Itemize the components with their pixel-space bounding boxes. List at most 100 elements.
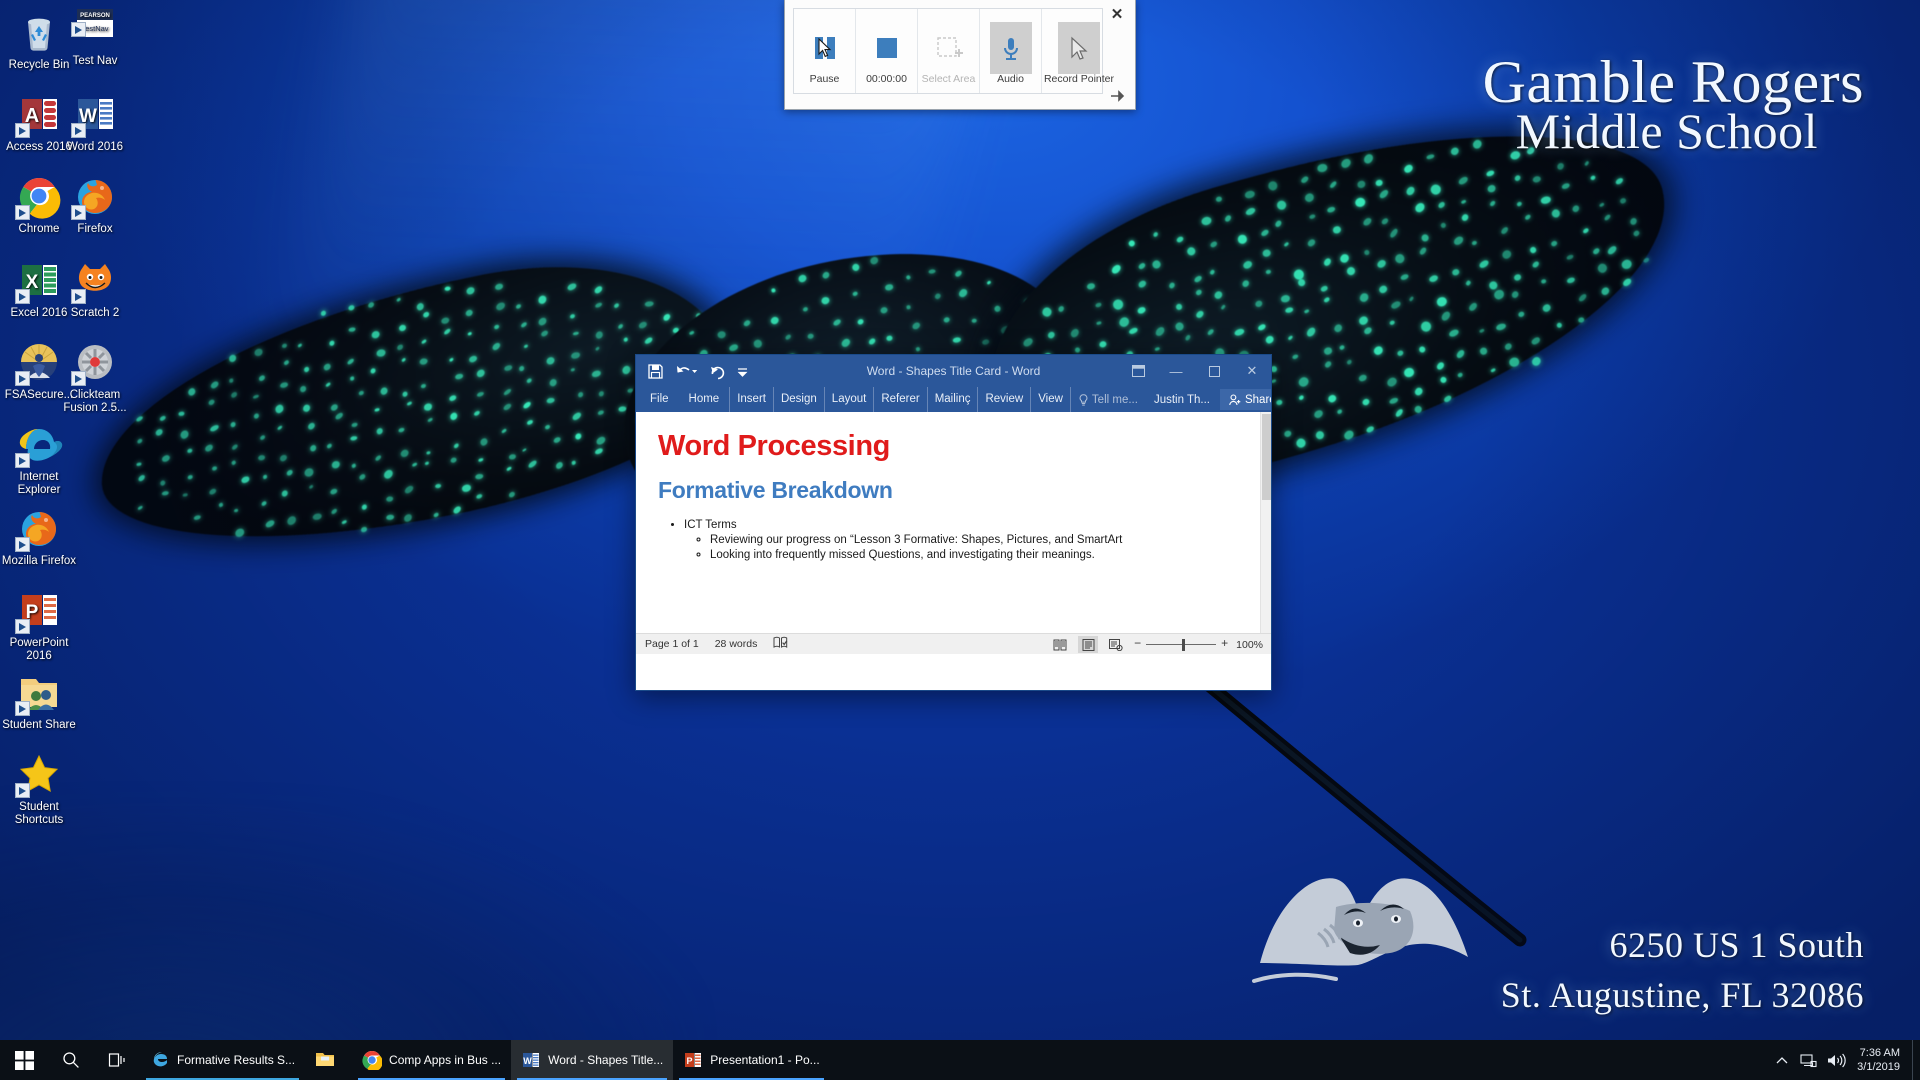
bullet-text: ICT Terms	[684, 519, 737, 531]
taskbar-item-word[interactable]: W Word - Shapes Title...	[511, 1040, 673, 1080]
svg-text:W: W	[523, 1056, 532, 1066]
document-heading-2: Formative Breakdown	[658, 477, 1241, 504]
shortcut-overlay-icon	[71, 289, 86, 304]
taskbar-app-buttons: Formative Results S... Comp Apps in Bus …	[140, 1040, 830, 1080]
recorder-select-area-button[interactable]: Select Area	[918, 9, 980, 93]
customize-qat-icon[interactable]	[737, 363, 748, 380]
tab-insert[interactable]: Insert	[730, 387, 774, 412]
recorder-record-pointer-button[interactable]: Record Pointer	[1042, 9, 1116, 93]
word-document-area[interactable]: Word Processing Formative Breakdown ICT …	[636, 412, 1271, 633]
desktop-icon-word-2016[interactable]: W Word 2016	[56, 90, 134, 154]
desktop-icon-scratch-2[interactable]: Scratch 2	[56, 256, 134, 320]
desktop-icon-internet-explorer[interactable]: Internet Explorer	[0, 420, 78, 497]
web-layout-icon[interactable]	[1106, 636, 1126, 653]
select-area-icon	[928, 22, 970, 74]
search-icon[interactable]	[48, 1040, 94, 1080]
windows-start-icon[interactable]	[0, 1040, 48, 1080]
scratch-cat-icon	[71, 256, 119, 304]
zoom-thumb[interactable]	[1182, 639, 1185, 651]
share-button[interactable]: Share	[1220, 389, 1271, 410]
window-controls: — ✕	[1119, 355, 1271, 387]
list-item: ICT Terms Reviewing our progress on “Les…	[684, 519, 1241, 561]
word-window[interactable]: Word - Shapes Title Card - Word — ✕ File…	[635, 354, 1272, 691]
show-desktop-button[interactable]	[1912, 1040, 1920, 1080]
tab-file[interactable]: File	[644, 387, 679, 412]
wallpaper-address-line2: St. Augustine, FL 32086	[1501, 974, 1864, 1016]
mouse-pointer-icon	[1058, 22, 1100, 74]
volume-icon[interactable]	[1821, 1040, 1851, 1080]
close-icon[interactable]: ✕	[1109, 8, 1125, 24]
zoom-out-button[interactable]: −	[1134, 636, 1141, 650]
close-button[interactable]: ✕	[1233, 355, 1271, 387]
document-scrollbar[interactable]	[1260, 412, 1271, 633]
tab-references[interactable]: Referer	[874, 387, 927, 412]
shortcut-overlay-icon	[71, 371, 86, 386]
desktop-icon-powerpoint-2016[interactable]: P PowerPoint 2016	[0, 586, 78, 663]
zoom-slider[interactable]: − +	[1134, 638, 1228, 652]
redo-icon[interactable]	[709, 363, 726, 380]
taskbar-item-edge[interactable]: Formative Results S...	[140, 1040, 305, 1080]
desktop-icon-label: Student Share	[0, 719, 78, 732]
desktop-icon-test-nav[interactable]: PEARSON TestNav Test Nav	[56, 4, 134, 68]
taskbar-clock[interactable]: 7:36 AM 3/1/2019	[1851, 1046, 1912, 1074]
taskbar-item-file-explorer[interactable]	[305, 1040, 352, 1080]
document-page: Word Processing Formative Breakdown ICT …	[636, 412, 1271, 561]
desktop-icon-label: Student Shortcuts	[0, 801, 78, 827]
scrollbar-thumb[interactable]	[1262, 414, 1271, 500]
desktop-icon-student-shortcuts[interactable]: Student Shortcuts	[0, 750, 78, 827]
tell-me-search[interactable]: Tell me...	[1071, 394, 1146, 406]
tab-review[interactable]: Review	[978, 387, 1031, 412]
tab-design[interactable]: Design	[774, 387, 825, 412]
task-view-icon[interactable]	[94, 1040, 140, 1080]
word-title-bar[interactable]: Word - Shapes Title Card - Word — ✕	[636, 355, 1271, 387]
taskbar-item-label: Comp Apps in Bus ...	[389, 1053, 501, 1067]
desktop-icon-label: PowerPoint 2016	[0, 637, 78, 663]
shortcut-overlay-icon	[71, 205, 86, 220]
undo-icon[interactable]	[675, 363, 698, 380]
shortcut-overlay-icon	[71, 22, 86, 37]
quick-access-toolbar	[636, 363, 748, 380]
ribbon-display-options-button[interactable]	[1119, 355, 1157, 387]
desktop-icon-mozilla-firefox[interactable]: Mozilla Firefox	[0, 504, 78, 568]
account-name[interactable]: Justin Th...	[1146, 394, 1218, 406]
network-icon[interactable]	[1795, 1040, 1821, 1080]
desktop-icon-firefox[interactable]: Firefox	[56, 172, 134, 236]
taskbar-item-chrome[interactable]: Comp Apps in Bus ...	[352, 1040, 511, 1080]
tab-layout[interactable]: Layout	[825, 387, 875, 412]
tab-mailings[interactable]: Mailinç	[928, 387, 979, 412]
taskbar-item-powerpoint[interactable]: P Presentation1 - Po...	[673, 1040, 829, 1080]
zoom-in-button[interactable]: +	[1221, 636, 1228, 650]
page-indicator[interactable]: Page 1 of 1	[645, 638, 699, 650]
maximize-button[interactable]	[1195, 355, 1233, 387]
desktop-icon-student-share[interactable]: Student Share	[0, 668, 78, 732]
recorder-stop-timer-button[interactable]: 00:00:00	[856, 9, 918, 93]
save-icon[interactable]	[647, 363, 664, 380]
tell-me-label: Tell me...	[1092, 394, 1138, 406]
zoom-level[interactable]: 100%	[1236, 639, 1263, 651]
share-person-icon	[1229, 394, 1241, 406]
desktop-icon-label: Scratch 2	[56, 307, 134, 320]
tab-home[interactable]: Home	[679, 387, 731, 412]
show-hidden-icons-chevron[interactable]	[1769, 1040, 1795, 1080]
read-mode-icon[interactable]	[1050, 636, 1070, 653]
document-bullet-list: ICT Terms Reviewing our progress on “Les…	[684, 519, 1241, 561]
shortcut-overlay-icon	[15, 619, 30, 634]
desktop-icon-clickteam-fusion[interactable]: Clickteam Fusion 2.5...	[56, 338, 134, 415]
tab-view[interactable]: View	[1031, 387, 1071, 412]
desktop-icon-label: Firefox	[56, 223, 134, 236]
shortcut-overlay-icon	[15, 453, 30, 468]
taskbar-item-label: Formative Results S...	[177, 1053, 295, 1067]
pin-icon[interactable]	[1109, 89, 1125, 103]
clock-date: 3/1/2019	[1857, 1060, 1900, 1074]
word-count[interactable]: 28 words	[715, 638, 758, 650]
recorder-pause-label: Pause	[810, 74, 840, 85]
proofing-errors-icon[interactable]	[773, 636, 788, 652]
document-sub-bullet-list: Reviewing our progress on “Lesson 3 Form…	[710, 534, 1241, 561]
manta-ray-mascot-icon	[1240, 845, 1500, 995]
screen-recorder-toolbar[interactable]: Pause 00:00:00 Select Area Audio Record …	[784, 0, 1136, 110]
stop-square-icon	[866, 22, 908, 74]
shortcut-overlay-icon	[15, 205, 30, 220]
print-layout-icon[interactable]	[1078, 636, 1098, 653]
minimize-button[interactable]: —	[1157, 355, 1195, 387]
recorder-audio-button[interactable]: Audio	[980, 9, 1042, 93]
